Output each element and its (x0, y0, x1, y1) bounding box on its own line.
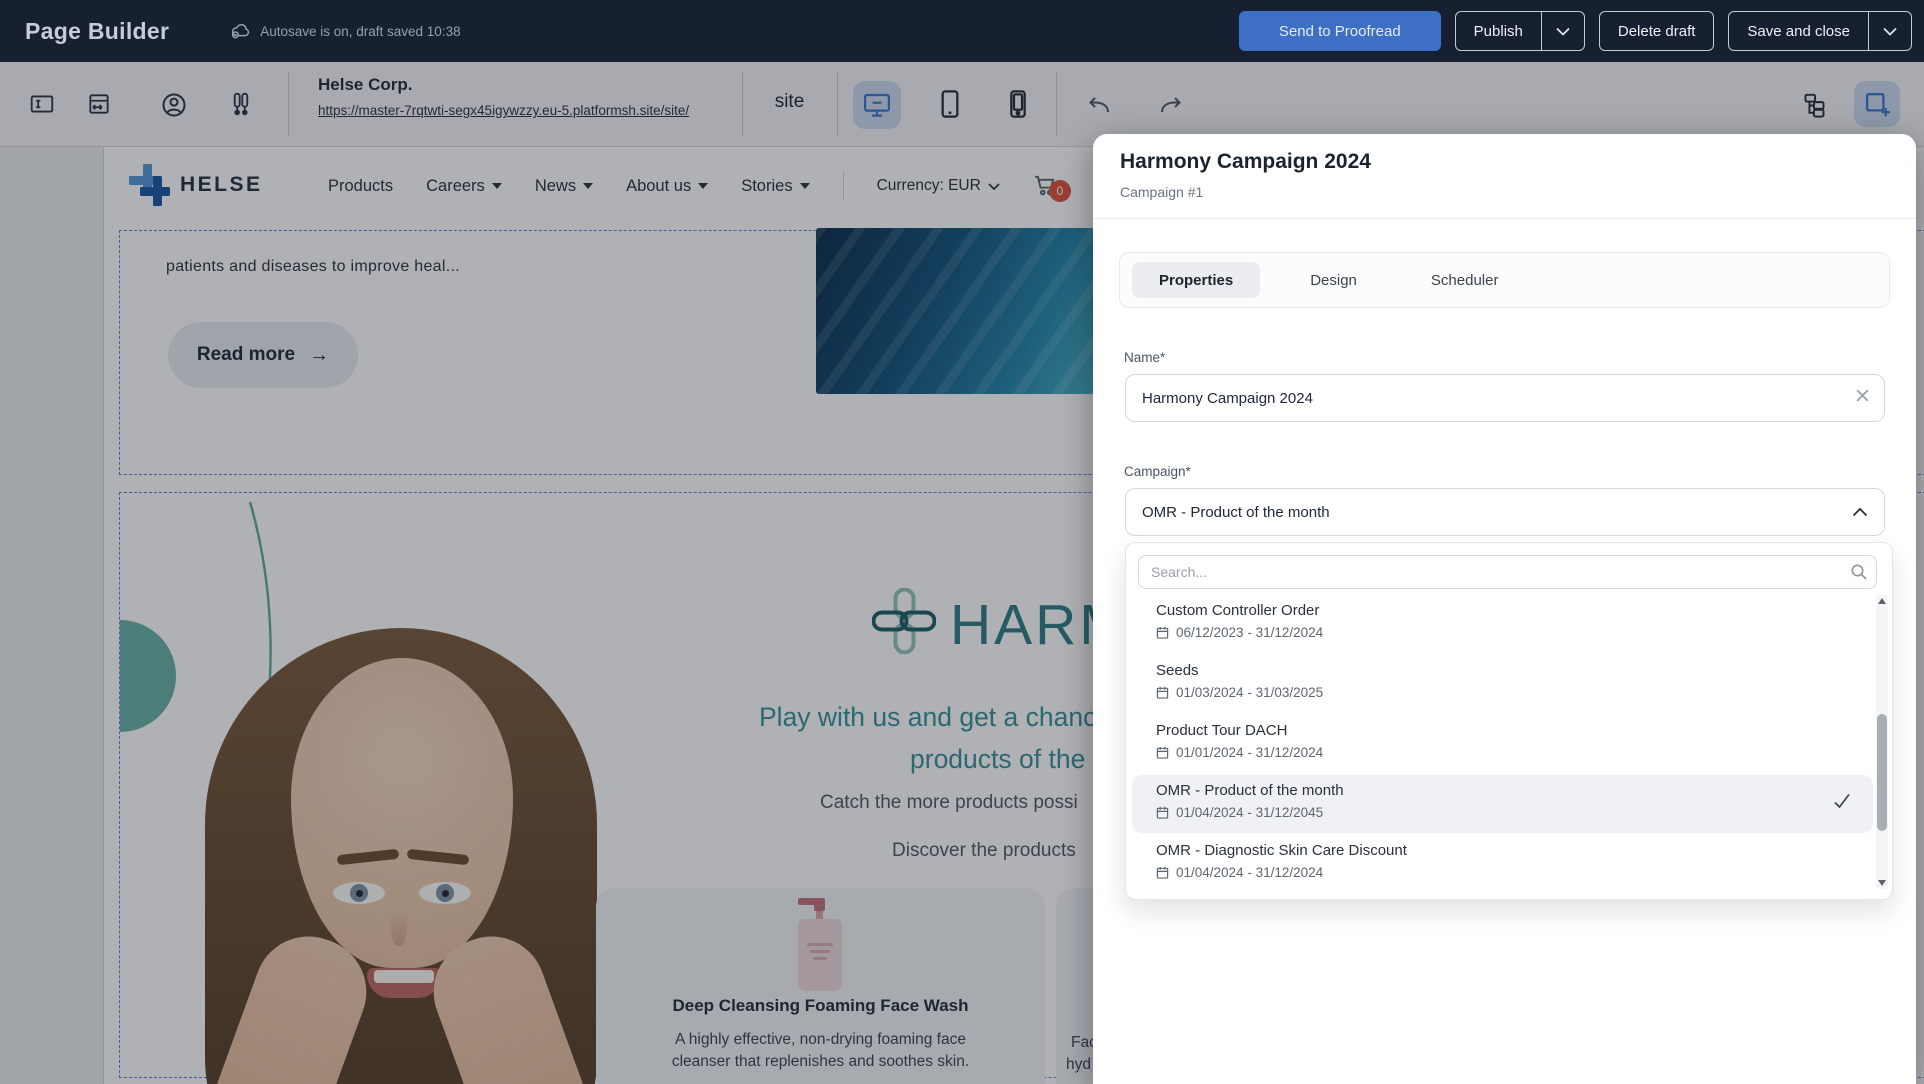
calendar-icon (1156, 686, 1169, 699)
send-to-proofread-button[interactable]: Send to Proofread (1239, 11, 1441, 51)
save-and-close-button[interactable]: Save and close (1728, 11, 1912, 51)
panel-tabs: Properties Design Scheduler (1119, 252, 1890, 308)
search-icon (1850, 563, 1868, 581)
panel-title: Harmony Campaign 2024 (1120, 150, 1371, 174)
campaign-select[interactable]: OMR - Product of the month (1125, 488, 1885, 536)
scrollbar-thumb[interactable] (1877, 714, 1887, 831)
clear-name-icon[interactable] (1855, 388, 1870, 403)
autosave-cloud-check-icon (229, 20, 251, 42)
campaign-select-value: OMR - Product of the month (1142, 504, 1330, 521)
dropdown-scrollbar[interactable] (1876, 595, 1888, 889)
campaign-settings-panel: Harmony Campaign 2024 Campaign #1 Proper… (1093, 134, 1916, 1084)
tab-scheduler[interactable]: Scheduler (1407, 262, 1523, 298)
campaign-dropdown: Custom Controller Order 06/12/2023 - 31/… (1125, 542, 1893, 900)
option-seeds[interactable]: Seeds 01/03/2024 - 31/03/2025 (1132, 655, 1873, 713)
autosave-text: Autosave is on, draft saved 10:38 (260, 24, 460, 39)
publish-button[interactable]: Publish (1455, 11, 1585, 51)
delete-draft-button[interactable]: Delete draft (1599, 11, 1715, 51)
tab-design[interactable]: Design (1286, 262, 1381, 298)
calendar-icon (1156, 806, 1169, 819)
panel-divider (1093, 218, 1916, 219)
page-builder-app: Page Builder Autosave is on, draft saved… (0, 0, 1924, 1084)
autosave-status: Autosave is on, draft saved 10:38 (229, 20, 460, 42)
name-input[interactable] (1125, 374, 1885, 422)
save-dropdown-caret[interactable] (1869, 27, 1911, 36)
option-omr-product-of-the-month[interactable]: OMR - Product of the month 01/04/2024 - … (1132, 775, 1873, 833)
chevron-up-icon (1852, 507, 1868, 517)
scroll-up-arrow[interactable] (1878, 598, 1886, 604)
name-field-label: Name* (1124, 350, 1165, 365)
top-header: Page Builder Autosave is on, draft saved… (0, 0, 1924, 62)
header-actions: Send to Proofread Publish Delete draft S… (1239, 11, 1912, 51)
option-custom-controller-order[interactable]: Custom Controller Order 06/12/2023 - 31/… (1132, 595, 1873, 653)
panel-subtitle: Campaign #1 (1120, 184, 1203, 200)
app-title: Page Builder (25, 18, 169, 45)
tab-properties[interactable]: Properties (1132, 262, 1260, 298)
calendar-icon (1156, 866, 1169, 879)
campaign-search-input[interactable] (1138, 555, 1877, 589)
calendar-icon (1156, 746, 1169, 759)
option-product-tour-dach[interactable]: Product Tour DACH 01/01/2024 - 31/12/202… (1132, 715, 1873, 773)
option-omr-diagnostic-skin-care-discount[interactable]: OMR - Diagnostic Skin Care Discount 01/0… (1132, 835, 1873, 893)
publish-dropdown-caret[interactable] (1542, 27, 1584, 36)
selected-check-icon (1833, 793, 1851, 809)
campaign-field-label: Campaign* (1124, 464, 1191, 479)
scroll-down-arrow[interactable] (1878, 880, 1886, 886)
calendar-icon (1156, 626, 1169, 639)
